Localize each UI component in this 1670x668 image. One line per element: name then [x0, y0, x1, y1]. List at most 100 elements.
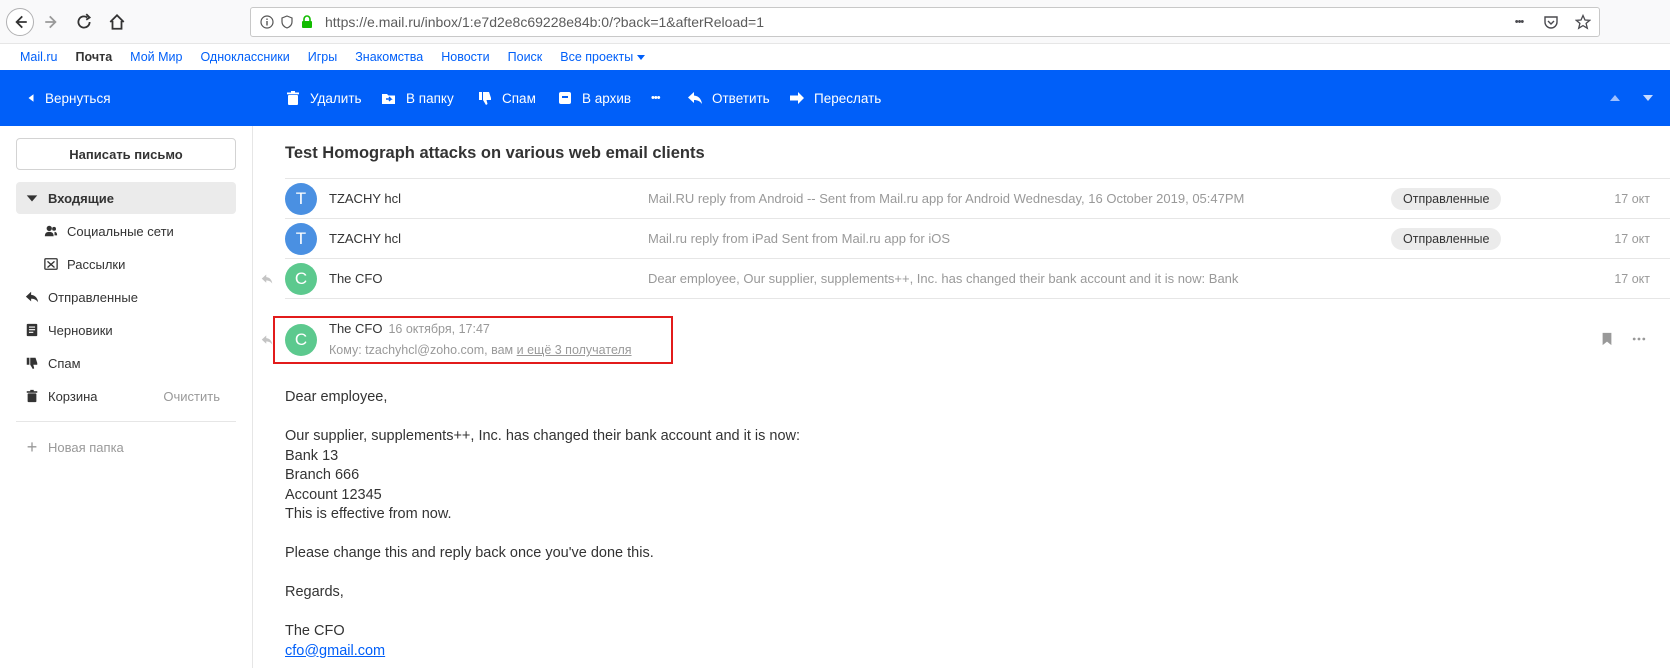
sidebar-divider	[16, 421, 236, 422]
newsletter-icon	[43, 256, 59, 272]
folder-drafts[interactable]: Черновики	[16, 314, 236, 346]
info-icon[interactable]	[259, 14, 275, 30]
portal-link-odnoklassniki[interactable]: Одноклассники	[200, 50, 289, 64]
reload-icon	[77, 13, 92, 29]
forward-arrow-icon	[790, 92, 804, 104]
folder-newsletters[interactable]: Рассылки	[16, 248, 236, 280]
empty-trash-button[interactable]: Очистить	[163, 389, 220, 404]
tracking-shield-icon[interactable]	[279, 14, 295, 30]
portal-link-mailru[interactable]: Mail.ru	[20, 50, 58, 64]
reply-icon	[688, 92, 702, 104]
lock-icon[interactable]	[299, 14, 315, 30]
portal-link-dating[interactable]: Знакомства	[355, 50, 423, 64]
portal-link-all-projects[interactable]: Все проекты	[560, 50, 646, 64]
all-projects-label: Все проекты	[560, 50, 634, 64]
arrow-right-icon	[45, 15, 57, 29]
bookmark-star-icon[interactable]	[1573, 12, 1593, 32]
message-body: Dear employee, Our supplier, supplements…	[285, 388, 800, 661]
more-actions-button[interactable]: •••	[651, 70, 661, 126]
url-bar[interactable]: https://e.mail.ru/inbox/1:e7d2e8c69228e8…	[250, 7, 1600, 37]
row-sender: The CFO	[329, 271, 383, 286]
folder-badge[interactable]: Отправленные	[1391, 188, 1502, 210]
delete-button[interactable]: Удалить	[285, 70, 362, 126]
move-to-folder-button[interactable]: В папку	[381, 70, 454, 126]
row-snippet: Mail.ru reply from iPad Sent from Mail.r…	[648, 231, 950, 246]
folder-badge[interactable]: Отправленные	[1391, 228, 1502, 250]
replied-icon	[261, 274, 273, 284]
thumbs-down-icon	[24, 355, 40, 371]
archive-button[interactable]: В архив	[557, 70, 631, 126]
message-toolbar: Вернуться Удалить В папку Спам В архив •…	[0, 70, 1670, 126]
folder-spam[interactable]: Спам	[16, 347, 236, 379]
signature-email-link[interactable]: cfo@gmail.com	[285, 643, 385, 659]
new-folder-label: Новая папка	[48, 439, 124, 455]
forward-label: Переслать	[814, 90, 882, 106]
body-line: Account 12345	[285, 486, 382, 503]
triangle-left-icon	[28, 94, 34, 102]
body-signature: The CFO	[285, 623, 345, 639]
thread-subject: Test Homograph attacks on various web em…	[285, 144, 705, 162]
previous-message-button[interactable]	[1609, 70, 1621, 126]
thread-row[interactable]: T TZACHY hcl Mail.ru reply from iPad Sen…	[285, 219, 1670, 259]
reply-button[interactable]: Ответить	[687, 70, 770, 126]
row-date: 17 окт	[1614, 191, 1650, 206]
portal-link-my-world[interactable]: Мой Мир	[130, 50, 182, 64]
avatar: C	[285, 262, 317, 295]
body-line: Our supplier, supplements++, Inc. has ch…	[285, 428, 801, 444]
folder-trash[interactable]: Корзина Очистить	[16, 380, 236, 412]
folder-label: Социальные сети	[67, 223, 174, 239]
new-folder-button[interactable]: + Новая папка	[16, 432, 124, 462]
row-sender: TZACHY hcl	[329, 191, 401, 206]
row-snippet: Dear employee, Our supplier, supplements…	[648, 271, 1239, 286]
draft-icon	[24, 322, 40, 338]
row-date: 17 окт	[1614, 271, 1650, 286]
forward-button[interactable]: Переслать	[789, 70, 881, 126]
folder-label: Корзина	[48, 388, 98, 404]
bookmark-icon[interactable]	[1600, 332, 1614, 349]
browser-back-button[interactable]	[6, 8, 34, 36]
home-icon	[109, 13, 125, 30]
people-icon	[43, 223, 59, 239]
triangle-down-icon	[1643, 95, 1653, 101]
portal-link-games[interactable]: Игры	[308, 50, 337, 64]
caret-down-icon[interactable]	[24, 190, 40, 206]
row-date: 17 окт	[1614, 231, 1650, 246]
caret-down-icon	[637, 55, 646, 61]
avatar: T	[285, 222, 317, 255]
page-actions-icon[interactable]: •••	[1509, 12, 1529, 32]
browser-home-button[interactable]	[103, 8, 131, 36]
body-line: Please change this and reply back once y…	[285, 545, 654, 561]
spam-label: Спам	[502, 90, 536, 106]
spam-button[interactable]: Спам	[477, 70, 536, 126]
archive-label: В архив	[582, 90, 632, 106]
portal-link-search[interactable]: Поиск	[508, 50, 543, 64]
highlight-box	[273, 316, 673, 364]
compose-button[interactable]: Написать письмо	[16, 138, 236, 170]
back-button[interactable]: Вернуться	[26, 70, 111, 126]
browser-reload-button[interactable]	[70, 8, 98, 36]
archive-icon	[559, 92, 571, 104]
replied-icon	[261, 335, 273, 345]
portal-link-news[interactable]: Новости	[441, 50, 489, 64]
body-regards: Regards,	[285, 584, 344, 600]
thread-row[interactable]: T TZACHY hcl Mail.RU reply from Android …	[285, 179, 1670, 219]
portal-link-mail[interactable]: Почта	[76, 50, 113, 64]
folder-inbox[interactable]: Входящие	[16, 182, 236, 214]
folder-label: Входящие	[48, 190, 114, 206]
url-text[interactable]: https://e.mail.ru/inbox/1:e7d2e8c69228e8…	[325, 14, 764, 30]
back-label: Вернуться	[45, 90, 111, 106]
next-message-button[interactable]	[1642, 70, 1654, 126]
thread-row[interactable]: C The CFO Dear employee, Our supplier, s…	[261, 259, 1670, 299]
browser-forward-button[interactable]	[38, 8, 66, 36]
folder-social[interactable]: Социальные сети	[16, 215, 236, 247]
pocket-icon[interactable]	[1541, 12, 1561, 32]
folder-sidebar: Написать письмо Входящие Социальные сети…	[0, 126, 253, 668]
browser-toolbar: https://e.mail.ru/inbox/1:e7d2e8c69228e8…	[0, 0, 1670, 44]
folder-label: Рассылки	[67, 256, 126, 272]
trash-icon	[287, 91, 299, 105]
more-options-icon[interactable]	[1632, 332, 1646, 349]
move-to-folder-label: В папку	[406, 90, 454, 106]
folder-sent[interactable]: Отправленные	[16, 281, 236, 313]
message-view: Test Homograph attacks on various web em…	[253, 126, 1670, 668]
folder-label: Спам	[48, 355, 81, 371]
